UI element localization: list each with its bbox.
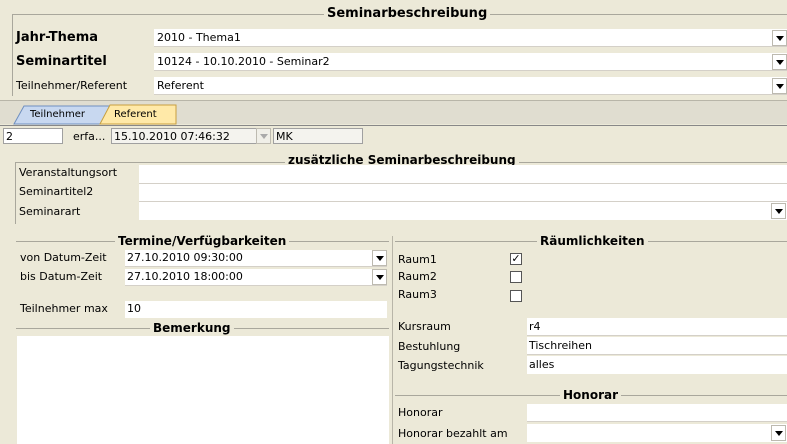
tagungstechnik-value: alles	[529, 358, 555, 371]
bestuhlung-label: Bestuhlung	[398, 340, 461, 353]
erfa-label: erfa...	[73, 130, 106, 143]
jahr-thema-label: Jahr-Thema	[16, 30, 99, 45]
seminartitel2-field[interactable]	[139, 184, 787, 202]
von-datum-value: 27.10.2010 09:30:00	[127, 251, 243, 264]
bestuhlung-field[interactable]: Tischreihen	[527, 337, 787, 355]
group-title-bemerkung: Bemerkung	[150, 321, 234, 335]
chevron-down-icon	[775, 83, 784, 89]
von-datum-field[interactable]: 27.10.2010 09:30:00	[125, 250, 387, 267]
tagungstechnik-field[interactable]: alles	[527, 356, 787, 374]
seminarart-select[interactable]	[139, 202, 787, 220]
kursraum-value: r4	[529, 320, 541, 333]
von-datum-dropdown-button[interactable]	[372, 250, 387, 266]
jahr-thema-dropdown-button[interactable]	[772, 30, 787, 46]
seminartitel-row: Seminartitel 10124 - 10.10.2010 - Semina…	[14, 53, 787, 71]
record-datetime-field[interactable]: 15.10.2010 07:46:32	[111, 128, 271, 144]
seminartitel-label: Seminartitel	[16, 54, 107, 69]
record-number-value: 2	[6, 130, 13, 143]
kursraum-label: Kursraum	[398, 320, 451, 333]
record-row: 2 erfa... 15.10.2010 07:46:32 MK	[0, 125, 787, 145]
chevron-down-icon	[775, 59, 784, 65]
honorar-bezahlt-label: Honorar bezahlt am	[398, 427, 508, 440]
jahr-thema-row: Jahr-Thema 2010 - Thema1	[14, 29, 787, 47]
seminartitel-value: 10124 - 10.10.2010 - Seminar2	[157, 55, 330, 68]
tab-teilnehmer[interactable]: Teilnehmer	[30, 108, 85, 122]
group-title-raeumlichkeiten: Räumlichkeiten	[537, 234, 648, 248]
honorar-label: Honorar	[398, 406, 443, 419]
seminartitel-dropdown-button[interactable]	[772, 54, 787, 70]
raum3-label: Raum3	[398, 288, 437, 301]
tab-referent[interactable]: Referent	[114, 108, 157, 122]
teilnehmer-referent-dropdown-button[interactable]	[772, 78, 787, 94]
top-frame-left	[12, 14, 13, 96]
teilnehmer-referent-row: Teilnehmer/Referent Referent	[14, 77, 787, 95]
chevron-down-icon	[774, 430, 783, 436]
record-user-field: MK	[273, 128, 363, 144]
bis-datum-value: 27.10.2010 18:00:00	[127, 270, 243, 283]
teilnehmer-max-label: Teilnehmer max	[20, 302, 108, 315]
seminarart-dropdown-button[interactable]	[771, 203, 786, 219]
teilnehmer-max-field[interactable]: 10	[125, 301, 387, 318]
record-user-value: MK	[276, 130, 293, 143]
record-datetime-dropdown-button[interactable]	[256, 128, 271, 144]
teilnehmer-referent-select[interactable]: Referent	[154, 77, 787, 95]
teilnehmer-referent-value: Referent	[157, 79, 204, 92]
kursraum-field[interactable]: r4	[527, 318, 787, 336]
extra-frame-left	[15, 162, 16, 224]
chevron-down-icon	[774, 208, 783, 214]
teilnehmer-referent-label: Teilnehmer/Referent	[16, 79, 128, 92]
raum1-checkbox[interactable]: ✓	[510, 253, 522, 265]
record-number-field[interactable]: 2	[3, 128, 63, 144]
column-separator	[392, 236, 393, 444]
veranstaltungsort-field[interactable]	[139, 165, 787, 183]
raum1-label: Raum1	[398, 253, 437, 266]
teilnehmer-max-value: 10	[127, 302, 141, 315]
record-datetime-value: 15.10.2010 07:46:32	[114, 130, 230, 143]
tagungstechnik-label: Tagungstechnik	[398, 359, 484, 372]
jahr-thema-select[interactable]: 2010 - Thema1	[154, 29, 787, 47]
honorar-bezahlt-field[interactable]	[527, 424, 787, 442]
raum2-label: Raum2	[398, 270, 437, 283]
group-title-termine: Termine/Verfügbarkeiten	[115, 234, 290, 248]
group-title-seminarbeschreibung: Seminarbeschreibung	[324, 7, 491, 21]
jahr-thema-value: 2010 - Thema1	[157, 31, 241, 44]
bemerkung-textarea[interactable]	[17, 336, 389, 444]
bis-datum-dropdown-button[interactable]	[372, 269, 387, 285]
raum3-checkbox[interactable]	[510, 290, 522, 302]
chevron-down-icon	[259, 133, 268, 139]
chevron-down-icon	[375, 255, 384, 261]
group-title-honorar: Honorar	[560, 388, 622, 402]
seminarart-label: Seminarart	[19, 205, 81, 218]
von-datum-label: von Datum-Zeit	[20, 251, 107, 264]
bestuhlung-value: Tischreihen	[529, 339, 593, 352]
chevron-down-icon	[375, 274, 384, 280]
bis-datum-label: bis Datum-Zeit	[20, 270, 103, 283]
veranstaltungsort-label: Veranstaltungsort	[19, 166, 118, 179]
seminartitel2-label: Seminartitel2	[19, 185, 94, 198]
raum2-checkbox[interactable]	[510, 271, 522, 283]
honorar-bezahlt-dropdown-button[interactable]	[771, 425, 786, 441]
tab-strip: Teilnehmer Referent	[0, 100, 787, 125]
bis-datum-field[interactable]: 27.10.2010 18:00:00	[125, 269, 387, 286]
seminartitel-select[interactable]: 10124 - 10.10.2010 - Seminar2	[154, 53, 787, 71]
chevron-down-icon	[775, 35, 784, 41]
honorar-field[interactable]	[527, 404, 787, 422]
